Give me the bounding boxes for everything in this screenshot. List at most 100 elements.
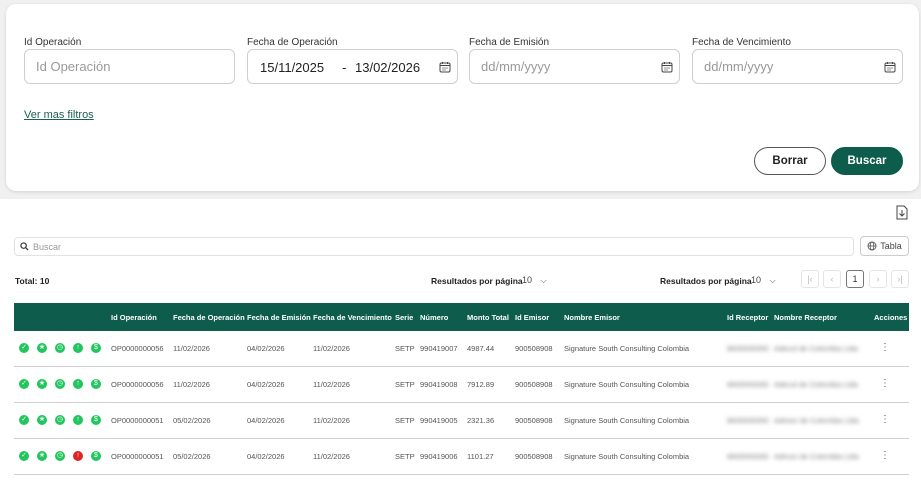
- star-icon: ★: [37, 415, 47, 425]
- search-button[interactable]: Buscar: [831, 147, 903, 175]
- fecha-operacion-separator: -: [342, 60, 347, 75]
- next-page-icon[interactable]: ›: [869, 270, 887, 288]
- dollar-icon: $: [91, 415, 101, 425]
- cell-id-op: OP0000000056: [111, 380, 164, 389]
- results-per-page-select-2[interactable]: 10 ⌵: [751, 275, 776, 286]
- dollar-icon: $: [91, 379, 101, 389]
- cell-numero: 990419008: [420, 380, 458, 389]
- table-header: Id Operación Fecha de Operación Fecha de…: [14, 303, 909, 331]
- cell-id-emisor: 900508908: [515, 452, 553, 461]
- table-search-placeholder: Buscar: [33, 241, 62, 252]
- star-icon: ★: [37, 451, 47, 461]
- table-row[interactable]: ✓ ★ ◷ ↑ $ OP0000000056 11/02/2026 04/02/2026 11/…: [14, 367, 909, 403]
- fecha-operacion-from[interactable]: 15/11/2025: [260, 60, 324, 75]
- clock-icon: ◷: [55, 343, 65, 353]
- cell-fecha-em: 04/02/2026: [247, 380, 285, 389]
- col-id-operacion[interactable]: Id Operación: [111, 313, 157, 322]
- col-fecha-emision[interactable]: Fecha de Emisión: [247, 313, 311, 322]
- cell-fecha-op: 05/02/2026: [173, 416, 211, 425]
- view-toggle-label: Tabla: [880, 241, 902, 251]
- first-page-icon[interactable]: |‹: [801, 270, 819, 288]
- col-numero[interactable]: Número: [420, 313, 448, 322]
- cell-id-receptor: 8600000000: [727, 416, 769, 425]
- check-icon: ✓: [19, 379, 29, 389]
- cell-nombre-emisor: Signature South Consulting Colombia: [564, 344, 690, 353]
- cell-id-emisor: 900508908: [515, 344, 553, 353]
- id-operacion-placeholder: Id Operación: [36, 59, 111, 74]
- star-icon: ★: [37, 379, 47, 389]
- cell-id-op: OP0000000051: [111, 452, 164, 461]
- clock-icon: ◷: [55, 379, 65, 389]
- kebab-icon[interactable]: ⋮: [880, 342, 890, 353]
- cell-fecha-op: 05/02/2026: [173, 452, 211, 461]
- check-icon: ✓: [19, 451, 29, 461]
- cell-fecha-em: 04/02/2026: [247, 452, 285, 461]
- arrow-up-icon: ↑: [73, 451, 83, 461]
- export-icon[interactable]: [895, 205, 909, 220]
- last-page-icon[interactable]: ›|: [891, 270, 909, 288]
- table-row[interactable]: ✓ ★ ◷ ↑ $ OP0000000051 05/02/2026 04/02/2026 11/…: [14, 439, 909, 475]
- results-per-page-select[interactable]: 10 ⌵: [522, 275, 547, 286]
- arrow-up-icon: ↑: [73, 415, 83, 425]
- col-id-emisor[interactable]: Id Emisor: [515, 313, 549, 322]
- table-row[interactable]: ✓ ★ ◷ ↑ $ OP0000000051 05/02/2026 04/02/2026 11/…: [14, 403, 909, 439]
- cell-fecha-ven: 11/02/2026: [313, 380, 350, 389]
- cell-fecha-op: 11/02/2026: [173, 344, 210, 353]
- cell-fecha-op: 11/02/2026: [173, 380, 210, 389]
- col-acciones: Acciones: [874, 313, 908, 322]
- kebab-icon[interactable]: ⋮: [880, 414, 890, 425]
- prev-page-icon[interactable]: ‹: [823, 270, 841, 288]
- dollar-icon: $: [91, 343, 101, 353]
- kebab-icon[interactable]: ⋮: [880, 450, 890, 461]
- results-panel: Buscar Tabla Total: 10 Resultados por pá…: [0, 199, 921, 481]
- fecha-vencimiento-placeholder: dd/mm/yyyy: [704, 59, 774, 74]
- page-button-current[interactable]: 1: [846, 270, 864, 288]
- col-nombre-receptor[interactable]: Nombre Receptor: [774, 313, 837, 322]
- col-monto-total[interactable]: Monto Total: [467, 313, 509, 322]
- cell-nombre-receptor: Admon de Colombia Ltda: [774, 452, 859, 461]
- fecha-operacion-range[interactable]: 15/11/2025 - 13/02/2026: [247, 49, 458, 84]
- calendar-icon[interactable]: [884, 61, 896, 73]
- cell-id-op: OP0000000056: [111, 344, 164, 353]
- more-filters-link[interactable]: Ver mas filtros: [24, 109, 94, 121]
- cell-nombre-emisor: Signature South Consulting Colombia: [564, 380, 690, 389]
- calendar-icon[interactable]: [439, 61, 451, 73]
- clock-icon: ◷: [55, 415, 65, 425]
- arrow-up-icon: ↑: [73, 379, 83, 389]
- clear-button[interactable]: Borrar: [754, 147, 826, 175]
- results-per-page-value: 10: [522, 275, 533, 285]
- col-serie[interactable]: Serie: [395, 313, 413, 322]
- fecha-vencimiento-input[interactable]: dd/mm/yyyy: [692, 49, 903, 84]
- calendar-icon[interactable]: [661, 61, 673, 73]
- cell-fecha-ven: 11/02/2026: [313, 344, 350, 353]
- cell-monto: 1101.27: [467, 452, 494, 461]
- cell-fecha-em: 04/02/2026: [247, 344, 285, 353]
- cell-nombre-emisor: Signature South Consulting Colombia: [564, 416, 690, 425]
- col-id-receptor[interactable]: Id Receptor: [727, 313, 768, 322]
- total-count: Total: 10: [15, 276, 50, 286]
- cell-id-receptor: 8600000000: [727, 380, 769, 389]
- cell-serie: SETP: [395, 416, 415, 425]
- fecha-operacion-to[interactable]: 13/02/2026: [355, 60, 420, 75]
- kebab-icon[interactable]: ⋮: [880, 378, 890, 389]
- cell-id-emisor: 900508908: [515, 380, 553, 389]
- cell-monto: 2321.36: [467, 416, 495, 425]
- cell-numero: 990419007: [420, 344, 458, 353]
- col-fecha-vencimiento[interactable]: Fecha de Vencimiento: [313, 313, 392, 322]
- col-fecha-operacion[interactable]: Fecha de Operación: [173, 313, 245, 322]
- table-search-input[interactable]: Buscar: [14, 237, 854, 256]
- cell-nombre-receptor: Adecol de Colombia Ltda: [774, 380, 858, 389]
- fecha-emision-input[interactable]: dd/mm/yyyy: [469, 49, 680, 84]
- view-toggle-button[interactable]: Tabla: [860, 236, 909, 256]
- col-nombre-emisor[interactable]: Nombre Emisor: [564, 313, 620, 322]
- cell-nombre-emisor: Signature South Consulting Colombia: [564, 452, 690, 461]
- fecha-emision-label: Fecha de Emisión: [469, 37, 550, 48]
- cell-id-receptor: 8600000000: [727, 452, 769, 461]
- cell-fecha-ven: 11/02/2026: [313, 452, 350, 461]
- id-operacion-input[interactable]: Id Operación: [24, 49, 235, 84]
- filter-panel: Id Operación Id Operación Fecha de Opera…: [6, 4, 919, 191]
- cell-monto: 4987.44: [467, 344, 495, 353]
- table-row[interactable]: ✓ ★ ◷ ↑ $ OP0000000056 11/02/2026 04/02/2026 11/…: [14, 331, 909, 367]
- cell-monto: 7912.89: [467, 380, 495, 389]
- cell-id-receptor: 8600000000: [727, 344, 769, 353]
